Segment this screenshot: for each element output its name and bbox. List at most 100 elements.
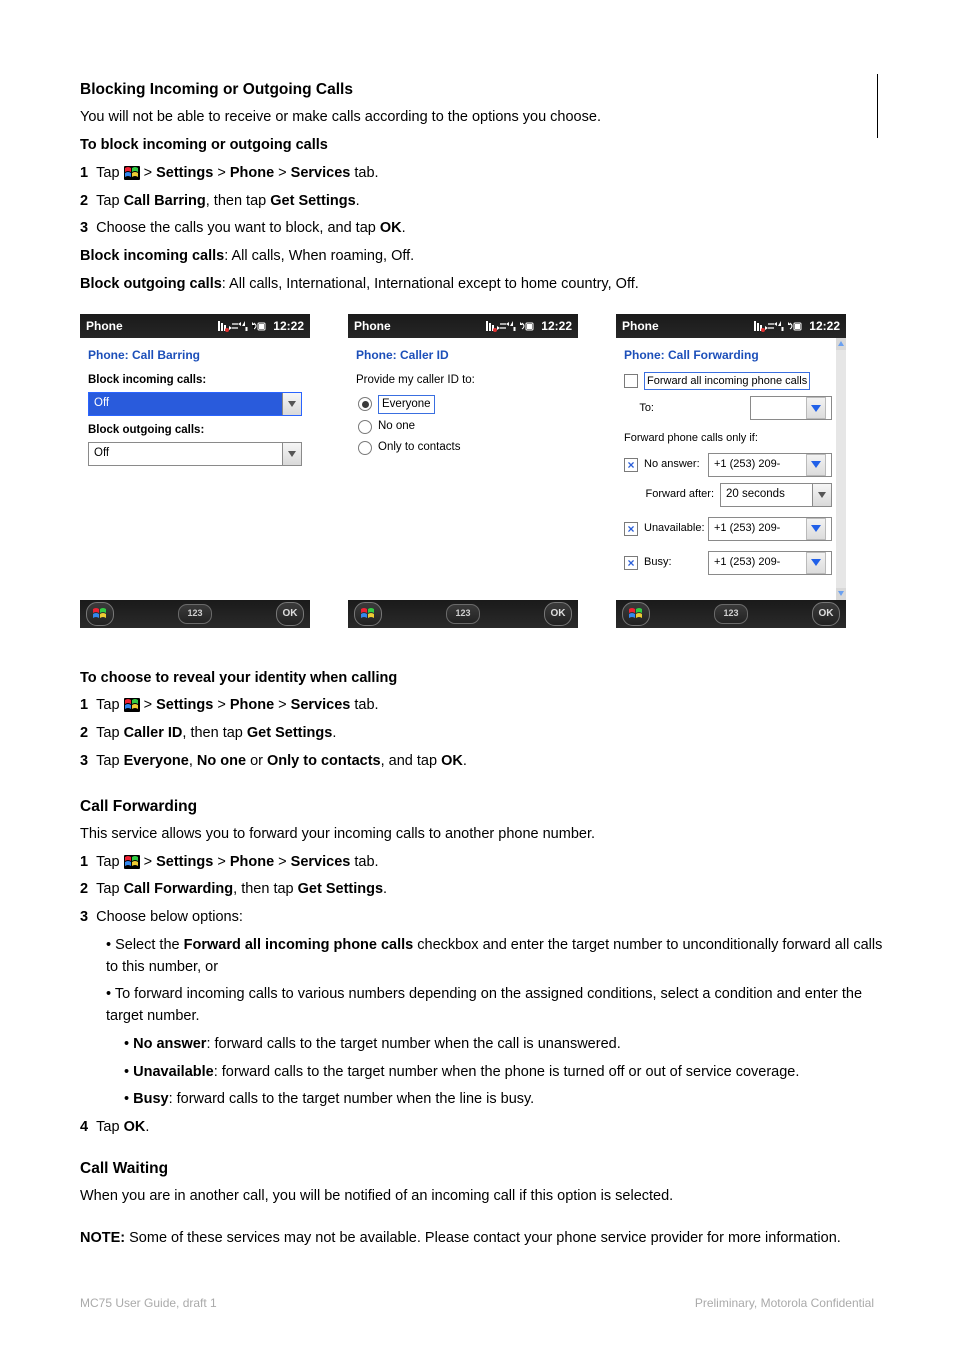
app-title: Phone — [86, 317, 215, 335]
combo-value: Off — [89, 393, 282, 415]
titlebar: Phone 12:22 — [616, 314, 846, 338]
opt: • Select the Forward all incoming phone … — [106, 935, 884, 979]
app-title: Phone — [354, 317, 483, 335]
label-forward-after: Forward after: — [644, 486, 714, 503]
windows-logo-icon — [124, 698, 140, 712]
ok-button[interactable]: OK — [812, 602, 840, 626]
screen-body: Phone: Call Forwarding Forward all incom… — [616, 338, 846, 600]
dropdown-icon — [282, 443, 301, 465]
input-busy-number[interactable]: +1 (253) 209- — [708, 551, 832, 575]
screen-subtitle: Phone: Call Forwarding — [624, 346, 828, 364]
step: 1 Tap > Settings > Phone > Services tab. — [80, 852, 884, 874]
note-text: Some of these services may not be availa… — [129, 1230, 841, 1246]
screenshot-caller-id: Phone 12:22 Phone: Caller — [348, 314, 578, 628]
step: 3 Tap Everyone, No one or Only to contac… — [80, 751, 884, 773]
label-noanswer: No answer: — [644, 456, 702, 473]
scrollbar[interactable] — [836, 338, 846, 600]
radio-label: Everyone — [378, 395, 435, 414]
checkbox-noanswer[interactable]: × — [624, 458, 638, 472]
input-forward-to[interactable] — [750, 396, 832, 420]
step: 2 Tap Call Forwarding, then tap Get Sett… — [80, 879, 884, 901]
radio-icon — [358, 420, 372, 434]
page-corner-decor — [877, 74, 878, 138]
label-provide-id: Provide my caller ID to: — [356, 372, 570, 389]
start-button[interactable] — [86, 602, 114, 626]
screen-subtitle: Phone: Caller ID — [356, 346, 570, 364]
heading-call-forwarding: Call Forwarding — [80, 795, 884, 818]
sip-button[interactable]: 123 — [178, 604, 212, 624]
start-button[interactable] — [354, 602, 382, 626]
label-block-incoming: Block incoming calls — [80, 248, 224, 264]
label-incoming: Block incoming calls: — [88, 372, 302, 389]
clock: 12:22 — [541, 317, 572, 335]
start-button[interactable] — [622, 602, 650, 626]
screenshots-row: Phone 12:22 — [80, 314, 884, 628]
text-block-outgoing-opts: : All calls, International, Internationa… — [222, 276, 639, 292]
heading-to-block: To block incoming or outgoing calls — [80, 135, 884, 157]
sub-opt: • No answer: forward calls to the target… — [124, 1034, 884, 1056]
windows-logo-icon — [124, 855, 140, 869]
screen-subtitle: Phone: Call Barring — [88, 346, 302, 364]
navbar: 123 OK — [80, 600, 310, 628]
sip-button[interactable]: 123 — [714, 604, 748, 624]
titlebar: Phone 12:22 — [348, 314, 578, 338]
checkbox-forward-all[interactable] — [624, 374, 638, 388]
sip-button[interactable]: 123 — [446, 604, 480, 624]
heading-call-waiting: Call Waiting — [80, 1157, 884, 1180]
heading-block-calls: Blocking Incoming or Outgoing Calls — [80, 78, 884, 101]
heading-reveal-identity: To choose to reveal your identity when c… — [80, 668, 884, 690]
label-unavailable: Unavailable: — [644, 520, 702, 537]
label-forward-all: Forward all incoming phone calls — [644, 372, 810, 391]
navbar: 123 OK — [348, 600, 578, 628]
radio-icon — [358, 441, 372, 455]
clock: 12:22 — [273, 317, 304, 335]
dropdown-icon — [806, 518, 826, 540]
sub-opt: • Busy: forward calls to the target numb… — [124, 1089, 884, 1111]
label-busy: Busy: — [644, 554, 702, 571]
clock: 12:22 — [809, 317, 840, 335]
ok-button[interactable]: OK — [544, 602, 572, 626]
radio-contacts[interactable]: Only to contacts — [358, 439, 568, 456]
input-unavailable-number[interactable]: +1 (253) 209- — [708, 517, 832, 541]
screenshot-call-forwarding: Phone 12:22 Phone: Call Fo — [616, 314, 846, 628]
checkbox-unavailable[interactable]: × — [624, 522, 638, 536]
checkbox-busy[interactable]: × — [624, 556, 638, 570]
combo-value: Off — [89, 443, 282, 465]
radio-everyone[interactable]: Everyone — [358, 395, 568, 414]
ok-button[interactable]: OK — [276, 602, 304, 626]
dropdown-icon — [282, 393, 301, 415]
status-icons — [486, 319, 534, 333]
step: 1 Tap > Settings > Phone > Services tab. — [80, 695, 884, 717]
combo-block-incoming[interactable]: Off — [88, 392, 302, 416]
dropdown-icon — [812, 484, 831, 506]
screen-body: Phone: Call Barring Block incoming calls… — [80, 338, 310, 600]
navbar: 123 OK — [616, 600, 846, 628]
text-call-waiting: When you are in another call, you will b… — [80, 1186, 884, 1208]
sub-opt: • Unavailable: forward calls to the targ… — [124, 1062, 884, 1084]
input-noanswer-number[interactable]: +1 (253) 209- — [708, 453, 832, 477]
titlebar: Phone 12:22 — [80, 314, 310, 338]
radio-noone[interactable]: No one — [358, 418, 568, 435]
dropdown-icon — [806, 552, 826, 574]
step: 3 Choose below options: — [80, 907, 884, 929]
text-forwarding-intro: This service allows you to forward your … — [80, 824, 884, 846]
dropdown-icon — [806, 454, 826, 476]
status-icons — [218, 319, 266, 333]
opt: • To forward incoming calls to various n… — [106, 984, 884, 1028]
step: 3 Choose the calls you want to block, an… — [80, 218, 884, 240]
radio-label: Only to contacts — [378, 439, 460, 456]
dropdown-icon — [806, 397, 826, 419]
step: 1 Tap > Settings > Phone > Services tab. — [80, 163, 884, 185]
combo-forward-after[interactable]: 20 seconds — [720, 483, 832, 507]
windows-logo-icon — [124, 166, 140, 180]
step: 2 Tap Call Barring, then tap Get Setting… — [80, 191, 884, 213]
footer-right: Preliminary, Motorola Confidential — [695, 1294, 874, 1312]
note-label: NOTE: — [80, 1230, 125, 1246]
screen-body: Phone: Caller ID Provide my caller ID to… — [348, 338, 578, 600]
text-block-intro: You will not be able to receive or make … — [80, 107, 884, 129]
step: 2 Tap Caller ID, then tap Get Settings. — [80, 723, 884, 745]
footer-left: MC75 User Guide, draft 1 — [80, 1294, 217, 1312]
label-only-if: Forward phone calls only if: — [624, 430, 758, 447]
combo-block-outgoing[interactable]: Off — [88, 442, 302, 466]
label-to: To: — [624, 400, 654, 417]
